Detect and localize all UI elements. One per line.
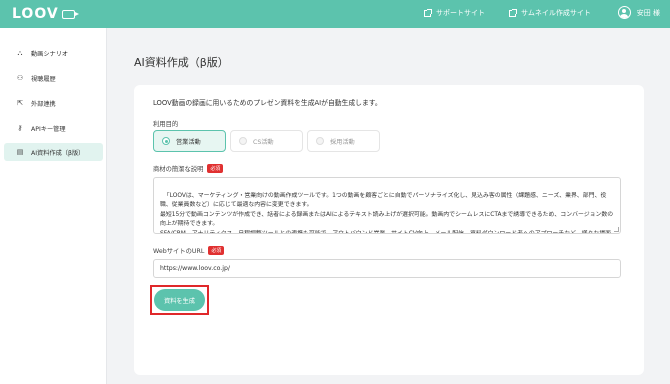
sidebar-item-viewer-history[interactable]: ⚇ 視聴履歴 <box>4 69 103 87</box>
radio-selected-icon <box>162 137 170 145</box>
purpose-label-text: 利用目的 <box>153 121 179 128</box>
user-name: 安田 様 <box>636 8 660 17</box>
url-input[interactable] <box>153 259 621 278</box>
generate-document-button[interactable]: 資料を生成 <box>154 289 205 311</box>
viewer-history-icon: ⚇ <box>16 74 24 82</box>
description-text: 「LOOVは、マーケティング・営業向けの動画作成ツールです。1つの動画を顧客ごと… <box>160 192 614 234</box>
support-site-label: サポートサイト <box>436 9 485 17</box>
page-title: AI資料作成（β版） <box>134 56 229 69</box>
user-avatar-icon <box>617 6 631 19</box>
thumbnail-site-label: サムネイル作成サイト <box>521 9 591 17</box>
user-menu[interactable]: 安田 様 <box>617 6 660 19</box>
url-label: WebサイトのURL 必須 <box>153 246 225 255</box>
radio-unselected-icon <box>239 137 247 145</box>
purpose-label: 利用目的 <box>153 119 178 128</box>
purpose-option-sales[interactable]: 営業活動 <box>153 130 226 152</box>
top-header: LOOV サポートサイト サムネイル作成サイト 安田 様 <box>0 0 670 28</box>
thumbnail-site-link[interactable]: サムネイル作成サイト <box>509 8 591 18</box>
sidebar-item-label: 動画シナリオ <box>31 50 69 58</box>
loov-logo[interactable]: LOOV <box>12 6 79 22</box>
description-label-text: 商材の簡潔な説明 <box>153 166 204 173</box>
purpose-option-label: 採用活動 <box>330 138 355 146</box>
required-badge: 必須 <box>208 246 225 255</box>
video-camera-icon <box>61 9 79 19</box>
purpose-option-label: CS活動 <box>253 138 274 146</box>
sidebar-item-ai-document[interactable]: ▤ AI資料作成（β版） <box>4 143 103 161</box>
external-link-icon: ⇱ <box>17 99 23 107</box>
description-label: 商材の簡潔な説明 必須 <box>153 164 224 173</box>
sidebar-item-label: AI資料作成（β版） <box>31 149 85 157</box>
logo-text: LOOV <box>12 6 59 22</box>
key-icon: ⚷ <box>17 124 23 132</box>
sidebar-item-scenario[interactable]: ⛬ 動画シナリオ <box>4 44 103 62</box>
sidebar-item-api-key[interactable]: ⚷ APIキー管理 <box>4 119 103 137</box>
radio-unselected-icon <box>316 137 324 145</box>
document-icon: ▤ <box>16 148 24 156</box>
sidebar-item-external-integration[interactable]: ⇱ 外部連携 <box>4 94 103 112</box>
external-link-icon <box>509 8 517 17</box>
sidebar-item-label: 外部連携 <box>31 100 56 108</box>
external-link-icon <box>424 8 432 17</box>
scenario-icon: ⛬ <box>17 48 23 57</box>
purpose-option-recruiting[interactable]: 採用活動 <box>307 130 380 152</box>
url-label-text: WebサイトのURL <box>153 248 205 255</box>
purpose-option-cs[interactable]: CS活動 <box>230 130 303 152</box>
form-intro: LOOV動画の録画に用いるためのプレゼン資料を生成AIが自動生成します。 <box>153 99 382 107</box>
purpose-option-label: 営業活動 <box>176 138 201 146</box>
resize-handle-icon[interactable] <box>614 227 619 232</box>
required-badge: 必須 <box>207 164 224 173</box>
description-textarea[interactable]: 「LOOVは、マーケティング・営業向けの動画作成ツールです。1つの動画を顧客ごと… <box>153 177 621 234</box>
sidebar-item-label: 視聴履歴 <box>31 75 56 83</box>
sidebar: ⛬ 動画シナリオ ⚇ 視聴履歴 ⇱ 外部連携 ⚷ APIキー管理 ▤ AI資料作… <box>0 28 107 384</box>
support-site-link[interactable]: サポートサイト <box>424 8 485 18</box>
sidebar-item-label: APIキー管理 <box>31 125 66 133</box>
